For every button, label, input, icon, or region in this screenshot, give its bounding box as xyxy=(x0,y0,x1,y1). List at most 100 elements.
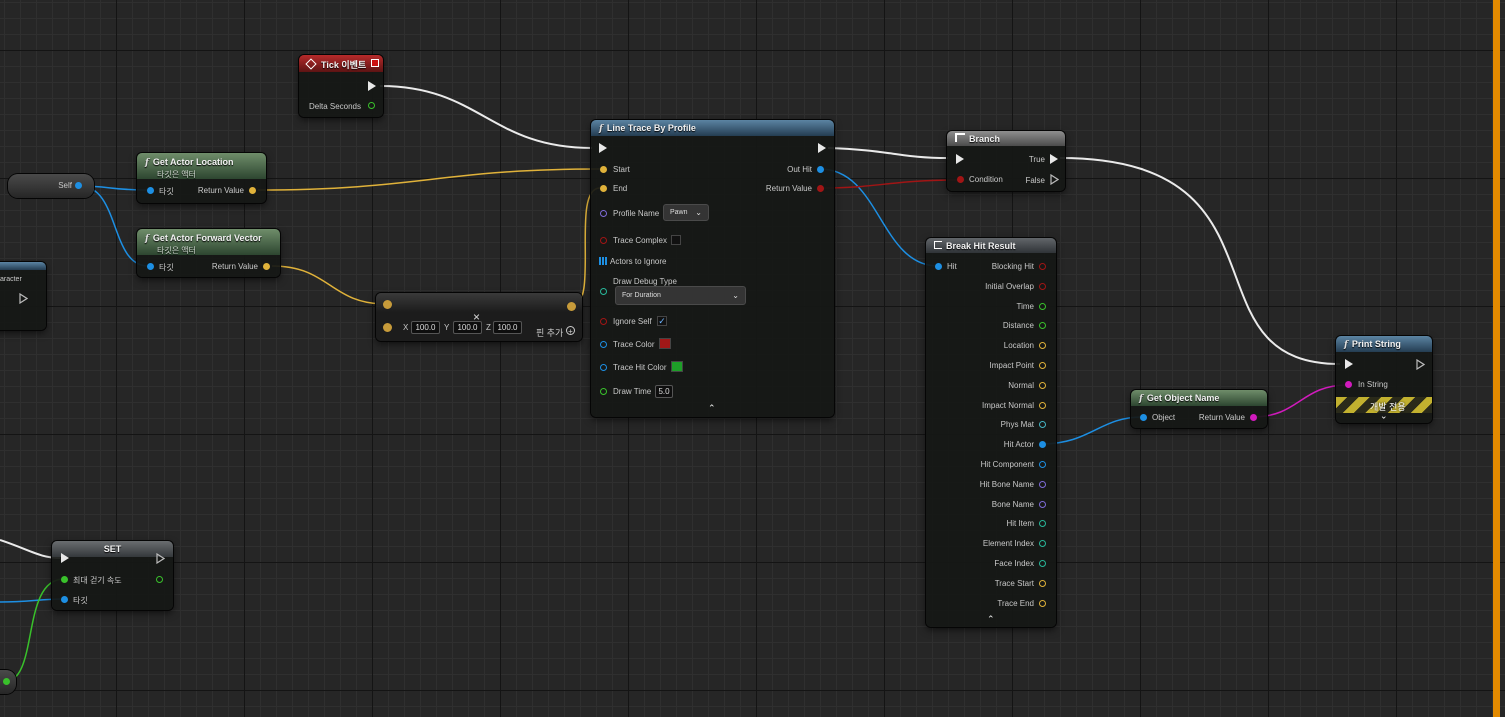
expand-chevron-icon[interactable]: ⌃ xyxy=(1380,409,1388,420)
set-target-pin[interactable] xyxy=(61,596,68,603)
get-object-name-node[interactable]: f Get Object Name Object Return Value xyxy=(1131,390,1267,428)
profile-name-pin[interactable] xyxy=(600,210,607,217)
hit-input-pin[interactable] xyxy=(935,263,942,270)
line-trace-node[interactable]: f Line Trace By Profile Start Out Hit End… xyxy=(591,120,834,417)
branch-exec-in-pin[interactable] xyxy=(956,154,964,164)
break-hit-output-pin[interactable] xyxy=(1039,322,1046,330)
tick-exec-out-pin[interactable] xyxy=(368,81,376,91)
multiply-input-a-pin[interactable] xyxy=(383,300,392,309)
exec-wire xyxy=(0,539,61,559)
draw-time-field[interactable]: 5.0 xyxy=(655,385,673,398)
true-exec-pin[interactable] xyxy=(1050,154,1058,164)
function-icon: f xyxy=(145,234,149,244)
out-hit-label: Out Hit xyxy=(787,165,812,174)
ignore-self-checkbox[interactable]: ✓ xyxy=(657,316,667,326)
exec-out-icon[interactable] xyxy=(19,293,28,304)
y-value-field[interactable]: 100.0 xyxy=(453,321,482,334)
ignore-self-pin[interactable] xyxy=(600,318,607,325)
draw-debug-dropdown[interactable]: For Duration ⌄ xyxy=(615,286,746,305)
break-hit-output-pin[interactable] xyxy=(1039,500,1046,508)
break-hit-output-label: Element Index xyxy=(982,539,1034,549)
trace-hit-color-swatch[interactable] xyxy=(671,361,683,372)
draw-debug-pin[interactable] xyxy=(600,288,607,295)
add-pin-button[interactable]: 핀 추가 xyxy=(536,326,563,339)
z-value-field[interactable]: 100.0 xyxy=(493,321,522,334)
character-node[interactable]: aracter xyxy=(0,262,46,330)
collapse-chevron-icon[interactable]: ⌃ xyxy=(708,403,716,414)
get-actor-forward-node[interactable]: f Get Actor Forward Vector 타깃은 액터 타깃 Retu… xyxy=(137,229,280,277)
hit-label: Hit xyxy=(947,262,957,271)
break-hit-output-pin[interactable] xyxy=(1039,520,1046,528)
add-pin-icon[interactable]: + xyxy=(566,326,575,336)
delta-seconds-pin[interactable] xyxy=(368,102,375,109)
set-exec-out-pin[interactable] xyxy=(156,553,165,564)
float-output-pin[interactable] xyxy=(3,678,10,685)
break-hit-output-pin[interactable] xyxy=(1039,401,1046,409)
exec-wire xyxy=(379,85,593,149)
break-hit-output-pin[interactable] xyxy=(1039,461,1046,468)
print-exec-out-pin[interactable] xyxy=(1416,359,1425,370)
draw-debug-value: For Duration xyxy=(622,292,661,299)
partial-variable-node[interactable] xyxy=(0,670,16,694)
break-hit-output-pin[interactable] xyxy=(1039,282,1046,290)
array-grid-icon[interactable] xyxy=(599,257,607,265)
break-hit-output-pin[interactable] xyxy=(1039,362,1046,369)
tick-event-node[interactable]: Tick 이벤트 Delta Seconds xyxy=(299,55,383,117)
target-input-pin[interactable] xyxy=(147,263,154,270)
break-hit-output-pin[interactable] xyxy=(1039,480,1046,488)
break-hit-output-pin[interactable] xyxy=(1039,342,1046,350)
break-hit-output-pin[interactable] xyxy=(1039,302,1046,310)
return-value-pin[interactable] xyxy=(1250,414,1257,421)
out-hit-pin[interactable] xyxy=(817,166,824,173)
set-node[interactable]: SET 최대 걷기 속도 타깃 xyxy=(52,541,173,610)
return-value-pin[interactable] xyxy=(263,263,270,270)
break-hit-output-pin[interactable] xyxy=(1039,560,1046,567)
break-hit-output-label: Distance xyxy=(1002,321,1034,331)
break-hit-result-node[interactable]: Break Hit Result Hit Blocking Hit Initial… xyxy=(926,238,1056,627)
end-pin[interactable] xyxy=(600,185,607,192)
get-actor-location-header: f Get Actor Location 타깃은 액터 xyxy=(137,153,266,179)
trace-complex-pin[interactable] xyxy=(600,237,607,244)
break-hit-output-pin[interactable] xyxy=(1039,263,1046,270)
break-hit-output-pin[interactable] xyxy=(1039,421,1046,429)
break-hit-output-pin[interactable] xyxy=(1039,579,1046,587)
return-value-pin[interactable] xyxy=(817,185,824,192)
return-value-pin[interactable] xyxy=(249,187,256,194)
profile-name-dropdown[interactable]: Pawn ⌄ xyxy=(663,204,709,221)
max-walk-speed-out-pin[interactable] xyxy=(156,576,163,583)
branch-node[interactable]: Branch True Condition False xyxy=(947,131,1065,191)
multiply-input-b-pin[interactable] xyxy=(383,323,392,332)
break-hit-output-pin[interactable] xyxy=(1039,381,1046,389)
trace-complex-checkbox[interactable] xyxy=(671,235,681,245)
set-exec-in-pin[interactable] xyxy=(61,553,69,563)
set-title: SET xyxy=(103,544,122,554)
in-string-pin[interactable] xyxy=(1345,381,1352,388)
collapse-chevron-icon[interactable]: ⌃ xyxy=(987,614,995,625)
self-output-pin[interactable] xyxy=(75,182,82,189)
get-actor-location-node[interactable]: f Get Actor Location 타깃은 액터 타깃 Return Val… xyxy=(137,153,266,203)
self-node[interactable]: Self xyxy=(8,174,94,198)
line-trace-exec-out-pin[interactable] xyxy=(818,143,826,153)
max-walk-speed-pin[interactable] xyxy=(61,576,68,583)
start-pin[interactable] xyxy=(600,166,607,173)
trace-hit-color-pin[interactable] xyxy=(600,364,607,371)
multiply-node[interactable]: × X 100.0 Y 100.0 Z 100.0 핀 추가 + xyxy=(376,293,582,341)
print-string-node[interactable]: f Print String In String 개발 전용 ⌃ xyxy=(1336,336,1432,423)
break-hit-output-label: Trace Start xyxy=(994,578,1034,588)
object-input-pin[interactable] xyxy=(1140,414,1147,421)
trace-color-swatch[interactable] xyxy=(659,338,671,349)
x-value-field[interactable]: 100.0 xyxy=(411,321,440,334)
break-hit-title: Break Hit Result xyxy=(946,241,1016,251)
break-hit-output-pin[interactable] xyxy=(1039,441,1046,449)
condition-pin[interactable] xyxy=(957,176,964,183)
multiply-output-pin[interactable] xyxy=(567,302,576,311)
trace-color-pin[interactable] xyxy=(600,341,607,348)
print-exec-in-pin[interactable] xyxy=(1345,359,1353,369)
false-exec-pin[interactable] xyxy=(1050,174,1059,185)
draw-time-pin[interactable] xyxy=(600,388,607,395)
chevron-down-icon: ⌄ xyxy=(732,291,739,300)
line-trace-exec-in-pin[interactable] xyxy=(599,143,607,153)
break-hit-output-pin[interactable] xyxy=(1039,540,1046,548)
target-input-pin[interactable] xyxy=(147,187,154,194)
break-hit-output-pin[interactable] xyxy=(1039,599,1046,607)
